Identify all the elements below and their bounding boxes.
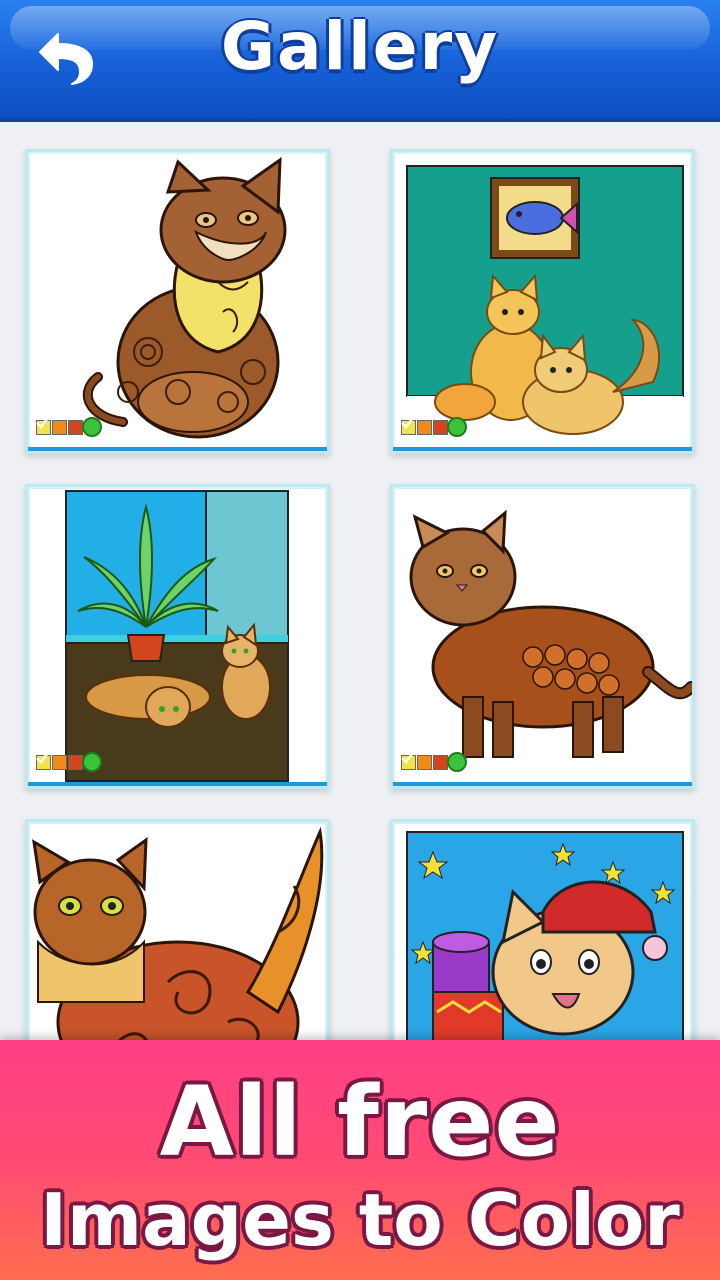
checkmark-icon <box>36 752 102 772</box>
cat-artwork-4 <box>409 509 692 758</box>
gallery-grid <box>0 122 720 1124</box>
banner-subheadline: Images to Color <box>40 1178 680 1262</box>
gallery-item-mandala-cat[interactable] <box>25 149 330 454</box>
checkmark-icon <box>401 417 467 437</box>
gallery-item-two-cats[interactable] <box>390 149 695 454</box>
cat-artwork-3 <box>65 490 289 782</box>
checkmark-icon <box>401 752 467 772</box>
gallery-item-feathered-cat[interactable] <box>390 484 695 789</box>
checkmark-icon <box>36 417 102 437</box>
progress-swatches <box>36 417 102 437</box>
cat-artwork-1 <box>82 157 287 439</box>
top-bar: Gallery <box>0 0 720 122</box>
page-title: Gallery <box>220 8 500 85</box>
gallery-item-cats-plant[interactable] <box>25 484 330 789</box>
cat-artwork-2 <box>406 165 684 446</box>
banner-headline: All free <box>159 1066 561 1178</box>
promo-banner: All free Images to Color <box>0 1040 720 1280</box>
progress-swatches <box>36 752 102 772</box>
progress-swatches <box>401 417 467 437</box>
progress-swatches <box>401 752 467 772</box>
